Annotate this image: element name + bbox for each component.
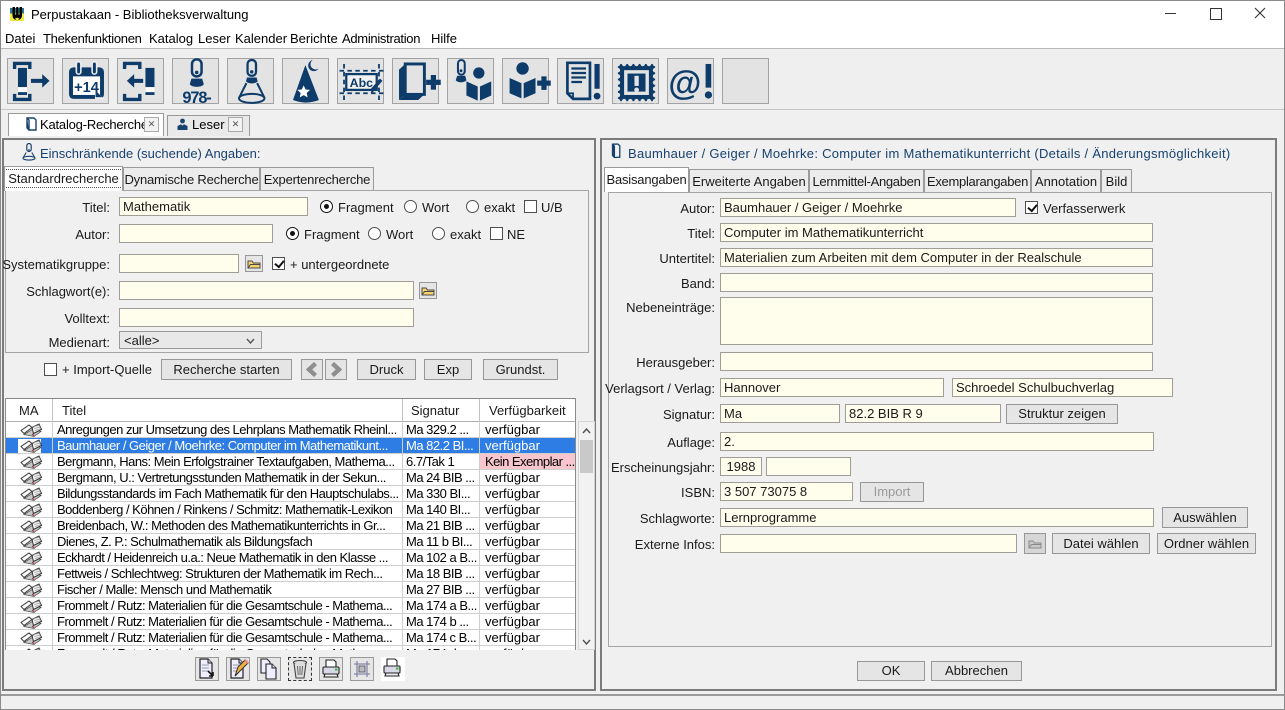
svg-text:978-: 978- xyxy=(182,89,211,107)
svg-text:@: @ xyxy=(668,64,701,102)
svg-text:+14: +14 xyxy=(74,80,100,96)
svg-text:Abc: Abc xyxy=(350,76,374,90)
